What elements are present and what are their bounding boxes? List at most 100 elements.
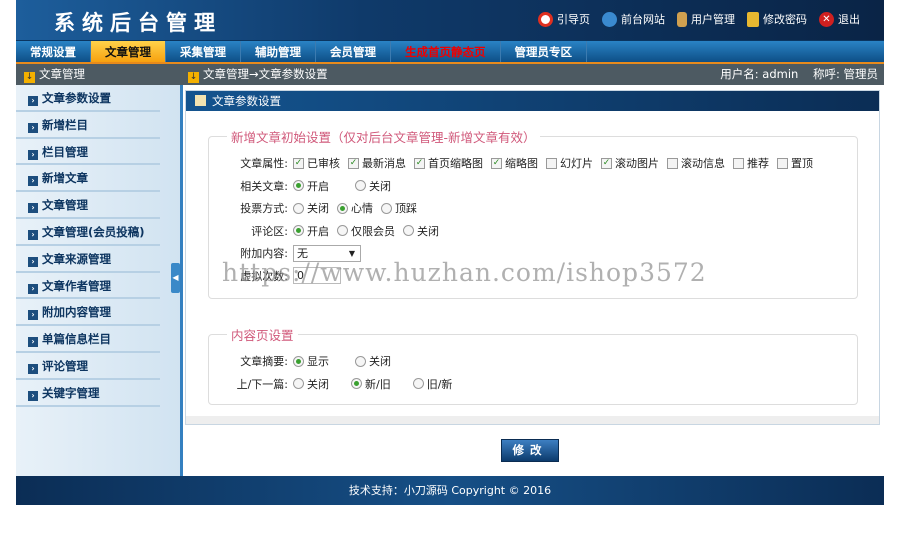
field-label: 文章属性: — [240, 157, 288, 171]
checkbox[interactable]: ✓ — [348, 157, 359, 169]
tab-articles[interactable]: 文章管理 — [91, 41, 166, 62]
radio[interactable] — [403, 225, 414, 237]
sidebar-item-label: 关键字管理 — [42, 385, 100, 400]
checkbox[interactable] — [546, 157, 557, 169]
virtual-count-input[interactable]: 0 — [293, 267, 341, 285]
radio[interactable] — [293, 355, 304, 367]
sidebar-item-extra-content[interactable]: › 附加内容管理 — [16, 299, 160, 327]
user-manage-link[interactable]: 用户管理 — [677, 11, 735, 27]
tab-auxiliary[interactable]: 辅助管理 — [241, 41, 316, 62]
radio-related-off[interactable]: 关闭 — [355, 178, 391, 194]
sidebar-item-single-page[interactable]: › 单篇信息栏目 — [16, 326, 160, 353]
checkbox-top[interactable]: 置顶 — [777, 155, 813, 171]
tab-general[interactable]: 常规设置 — [16, 41, 91, 62]
option-label: 关闭 — [369, 179, 391, 193]
option-label: 推荐 — [747, 157, 769, 171]
user-role: 称呼: 管理员 — [812, 67, 878, 81]
radio-comment-off[interactable]: 关闭 — [403, 223, 439, 239]
field-label: 虚拟次数: — [240, 269, 288, 283]
checkbox[interactable] — [733, 157, 744, 169]
frontend-link[interactable]: 前台网站 — [602, 11, 665, 27]
tab-generate-static[interactable]: 生成首页静态页 — [391, 41, 501, 62]
breadcrumb: 文章管理→文章参数设置 — [203, 67, 328, 81]
checkbox[interactable] — [777, 157, 788, 169]
radio[interactable] — [337, 225, 348, 237]
sidebar-item-member-submissions[interactable]: › 文章管理(会员投稿) — [16, 219, 160, 246]
sidebar-item-add-column[interactable]: › 新增栏目 — [16, 112, 160, 139]
user-manage-link-label: 用户管理 — [691, 13, 735, 26]
radio-prevnext-new-old[interactable]: 新/旧 — [351, 376, 391, 392]
radio-summary-off[interactable]: 关闭 — [355, 353, 391, 369]
tab-collect[interactable]: 采集管理 — [166, 41, 241, 62]
radio[interactable] — [293, 378, 304, 390]
checkbox[interactable]: ✓ — [414, 157, 425, 169]
extra-content-select[interactable]: 无 ▼ — [293, 244, 361, 262]
radio[interactable] — [293, 202, 304, 214]
checkbox[interactable]: ✓ — [293, 157, 304, 169]
chevron-right-icon: › — [28, 310, 38, 321]
section-legend: 新增文章初始设置（仅对后台文章管理-新增文章有效） — [231, 130, 536, 145]
submit-button[interactable]: 修改 — [501, 439, 559, 462]
radio-related-on[interactable]: 开启 — [293, 178, 329, 194]
chevron-right-icon: › — [28, 390, 38, 401]
checkbox-scroll-image[interactable]: ✓ 滚动图片 — [601, 155, 659, 171]
tab-members[interactable]: 会员管理 — [316, 41, 391, 62]
checkbox[interactable]: ✓ — [491, 157, 502, 169]
sidebar-item-comments[interactable]: › 评论管理 — [16, 353, 160, 380]
sidebar-item-author-manage[interactable]: › 文章作者管理 — [16, 273, 160, 300]
tab-admin[interactable]: 管理员专区 — [501, 41, 587, 62]
sidebar-item-label: 文章作者管理 — [42, 278, 111, 293]
checkbox-approved[interactable]: ✓ 已审核 — [293, 155, 340, 171]
option-label: 关闭 — [417, 224, 439, 238]
radio[interactable] — [355, 180, 366, 192]
radio-prevnext-off[interactable]: 关闭 — [293, 376, 329, 392]
radio-prevnext-old-new[interactable]: 旧/新 — [412, 376, 452, 392]
radio-vote-off[interactable]: 关闭 — [293, 200, 329, 216]
radio[interactable] — [293, 180, 304, 192]
option-label: 关闭 — [307, 377, 329, 391]
radio[interactable] — [337, 202, 348, 214]
sidebar-item-column-manage[interactable]: › 栏目管理 — [16, 139, 160, 166]
sidebar-item-article-settings[interactable]: › 文章参数设置 — [16, 85, 160, 112]
option-label: 滚动信息 — [681, 157, 725, 171]
field-label: 相关文章: — [240, 179, 288, 193]
sidebar-item-label: 文章管理(会员投稿) — [42, 224, 145, 239]
radio-comment-on[interactable]: 开启 — [293, 223, 329, 239]
checkbox-recommend[interactable]: 推荐 — [733, 155, 769, 171]
checkbox[interactable] — [667, 157, 678, 169]
option-label: 首页缩略图 — [428, 157, 483, 171]
new-article-defaults: 新增文章初始设置（仅对后台文章管理-新增文章有效） 文章属性: ✓ 已审核 ✓ 最新… — [208, 127, 858, 299]
chevron-right-icon: › — [28, 337, 38, 348]
logout-link[interactable]: ✕ 退出 — [819, 11, 860, 27]
sidebar-item-article-manage[interactable]: › 文章管理 — [16, 192, 160, 219]
radio-comment-members[interactable]: 仅限会员 — [337, 223, 395, 239]
change-password-link[interactable]: 修改密码 — [747, 11, 807, 27]
collapse-sidebar-button[interactable]: ◀ — [171, 263, 180, 293]
sidebar-item-source-manage[interactable]: › 文章来源管理 — [16, 246, 160, 273]
radio-vote-updown[interactable]: 顶踩 — [381, 200, 417, 216]
checkbox-latest[interactable]: ✓ 最新消息 — [348, 155, 406, 171]
radio[interactable] — [293, 225, 304, 237]
radio[interactable] — [412, 378, 424, 390]
sidebar-item-label: 文章参数设置 — [42, 91, 111, 105]
checkbox[interactable]: ✓ — [601, 157, 612, 169]
checkbox-slideshow[interactable]: 幻灯片 — [546, 155, 593, 171]
option-label: 最新消息 — [362, 157, 406, 171]
logout-link-label: 退出 — [838, 13, 860, 26]
checkbox-thumb[interactable]: ✓ 缩略图 — [491, 155, 538, 171]
checkbox-home-thumb[interactable]: ✓ 首页缩略图 — [414, 155, 483, 171]
option-label: 显示 — [307, 355, 329, 369]
radio[interactable] — [351, 378, 362, 390]
field-label: 上/下一篇: — [236, 377, 288, 391]
sidebar-item-add-article[interactable]: › 新增文章 — [16, 165, 160, 193]
radio[interactable] — [355, 355, 366, 367]
radio[interactable] — [381, 202, 392, 214]
radio-summary-show[interactable]: 显示 — [293, 353, 329, 369]
guide-link[interactable]: 引导页 — [538, 11, 590, 27]
field-label: 文章摘要: — [240, 355, 288, 369]
sidebar-item-label: 附加内容管理 — [42, 305, 111, 320]
radio-vote-mood[interactable]: 心情 — [337, 200, 373, 216]
checkbox-scroll-info[interactable]: 滚动信息 — [667, 155, 725, 171]
sidebar-item-keywords[interactable]: › 关键字管理 — [16, 380, 160, 407]
sidebar-item-label: 新增栏目 — [42, 117, 88, 132]
